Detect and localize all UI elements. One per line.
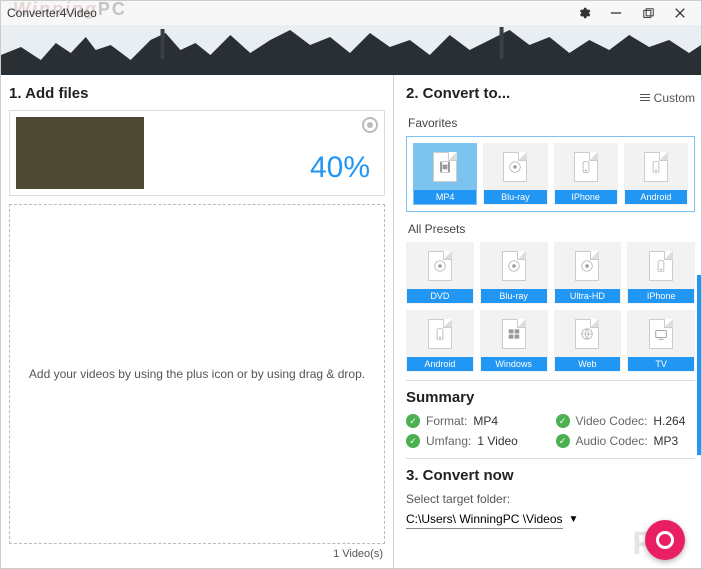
favorites-box: MP4 Blu-ray IPhone Android (406, 136, 695, 212)
preset-label: Android (625, 190, 687, 204)
preset-label: IPhone (628, 289, 694, 303)
minimize-icon[interactable] (609, 6, 623, 20)
gear-icon[interactable] (577, 6, 591, 20)
preset-label: Ultra-HD (555, 289, 621, 303)
preset-dvd[interactable]: DVD (406, 242, 474, 304)
close-icon[interactable] (673, 6, 687, 20)
add-files-panel: 1. Add files 40% Add your videos by usin… (1, 75, 394, 568)
titlebar: WinningPC Converter4Video (1, 1, 701, 25)
convert-to-title: 2. Convert to... (406, 85, 510, 102)
convert-now-title: 3. Convert now (406, 467, 695, 484)
summary-umfang: ✓ Umfang: 1 Video (406, 434, 546, 448)
phone-icon (555, 144, 617, 190)
allpresets-label: All Presets (408, 222, 695, 236)
preset-label: Web (555, 357, 621, 371)
preset-label: Blu-ray (484, 190, 546, 204)
convert-panel: 2. Convert to... Custom Favorites MP4 Blu… (394, 75, 701, 568)
convert-now-section: 3. Convert now Select target folder: C:\… (406, 467, 695, 529)
preset-iphone[interactable]: IPhone (627, 242, 695, 304)
app-title: Converter4Video (7, 6, 97, 20)
preset-label: IPhone (555, 190, 617, 204)
window-controls (577, 6, 695, 20)
preset-label: MP4 (414, 190, 476, 204)
film-icon (414, 144, 476, 190)
folder-path: C:\Users\ WinningPC \Videos (406, 510, 563, 529)
check-icon: ✓ (406, 434, 420, 448)
chevron-down-icon: ▼ (569, 514, 579, 525)
file-item[interactable]: 40% (9, 110, 385, 196)
windows-icon (481, 311, 547, 357)
disc-icon (555, 243, 621, 289)
hamburger-icon (640, 94, 650, 101)
preset-label: Windows (481, 357, 547, 371)
cancel-icon[interactable] (362, 117, 378, 133)
stop-icon (656, 531, 674, 549)
disc-icon (484, 144, 546, 190)
dropzone[interactable]: Add your videos by using the plus icon o… (9, 204, 385, 544)
preset-web[interactable]: Web (554, 310, 622, 372)
preset-label: Android (407, 357, 473, 371)
video-thumbnail (16, 117, 144, 189)
preset-ultrahd[interactable]: Ultra-HD (554, 242, 622, 304)
progress-percent: 40% (310, 151, 370, 185)
web-icon (555, 311, 621, 357)
preset-bluray[interactable]: Blu-ray (480, 242, 548, 304)
preset-iphone[interactable]: IPhone (554, 143, 618, 205)
summary-grid: ✓ Format: MP4 ✓ Video Codec: H.264 ✓ Umf… (406, 414, 695, 448)
add-files-title: 1. Add files (9, 85, 385, 102)
phone-icon (407, 311, 473, 357)
custom-button[interactable]: Custom (640, 91, 695, 105)
disc-icon (481, 243, 547, 289)
dropzone-text: Add your videos by using the plus icon o… (29, 367, 365, 381)
preset-android[interactable]: Android (624, 143, 688, 205)
preset-windows[interactable]: Windows (480, 310, 548, 372)
separator (406, 458, 695, 459)
preset-bluray[interactable]: Blu-ray (483, 143, 547, 205)
check-icon: ✓ (556, 434, 570, 448)
banner-image (1, 25, 701, 75)
phone-icon (628, 243, 694, 289)
progress-area: 40% (154, 117, 378, 189)
check-icon: ✓ (556, 414, 570, 428)
preset-label: TV (628, 357, 694, 371)
summary-videocodec: ✓ Video Codec: H.264 (556, 414, 696, 428)
preset-label: DVD (407, 289, 473, 303)
summary-format: ✓ Format: MP4 (406, 414, 546, 428)
check-icon: ✓ (406, 414, 420, 428)
preset-mp4[interactable]: MP4 (413, 143, 477, 205)
preset-tv[interactable]: TV (627, 310, 695, 372)
summary-title: Summary (406, 389, 695, 406)
file-count: 1 Video(s) (9, 544, 385, 564)
preset-label: Blu-ray (481, 289, 547, 303)
preset-android[interactable]: Android (406, 310, 474, 372)
disc-icon (407, 243, 473, 289)
summary-audiocodec: ✓ Audio Codec: MP3 (556, 434, 696, 448)
phone-icon (625, 144, 687, 190)
separator (406, 380, 695, 381)
right-scrollbar[interactable] (697, 275, 701, 455)
favorites-label: Favorites (408, 116, 695, 130)
tv-icon (628, 311, 694, 357)
convert-button[interactable] (645, 520, 685, 560)
main-content: 1. Add files 40% Add your videos by usin… (1, 75, 701, 568)
folder-label: Select target folder: (406, 492, 695, 506)
maximize-icon[interactable] (641, 6, 655, 20)
